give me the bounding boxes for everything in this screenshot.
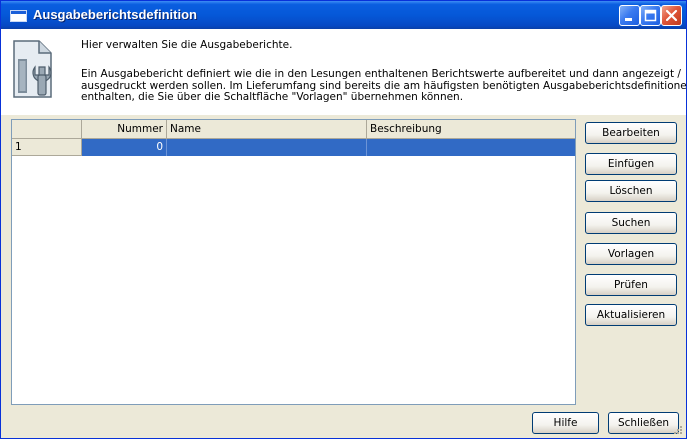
description-line: enthalten, die Sie über die Schaltfläche… (81, 91, 464, 103)
table-row[interactable]: 1 0 (12, 139, 575, 156)
document-wrench-icon (13, 40, 52, 98)
row-index-cell[interactable]: 1 (12, 139, 82, 156)
beschreibung-cell[interactable] (367, 139, 575, 156)
window-app-icon (10, 10, 27, 22)
minimize-button[interactable] (619, 5, 640, 26)
help-button[interactable]: Hilfe (532, 412, 599, 434)
column-header-beschreibung[interactable]: Beschreibung (367, 120, 575, 139)
bearbeiten-button[interactable]: Bearbeiten (585, 122, 677, 144)
resize-grip-icon[interactable] (673, 425, 683, 435)
column-header-nummer[interactable]: Nummer (82, 120, 167, 139)
maximize-icon (644, 9, 657, 22)
maximize-button[interactable] (640, 5, 661, 26)
window-title: Ausgabeberichtsdefinition (33, 7, 197, 22)
intro-text: Hier verwalten Sie die Ausgabeberichte. (81, 39, 293, 51)
name-cell[interactable] (167, 139, 367, 156)
close-icon (665, 9, 678, 22)
close-button[interactable]: Schließen (608, 412, 679, 434)
description-line: Ein Ausgabebericht definiert wie die in … (81, 68, 681, 80)
suchen-button[interactable]: Suchen (585, 212, 677, 234)
table-header: Nummer Name Beschreibung (12, 120, 575, 139)
report-table[interactable]: Nummer Name Beschreibung 1 0 (11, 119, 576, 405)
einfuegen-button[interactable]: Einfügen (585, 153, 677, 175)
info-header: Hier verwalten Sie die Ausgabeberichte. … (1, 29, 687, 115)
loeschen-button[interactable]: Löschen (585, 180, 677, 202)
dialog-window: Ausgabeberichtsdefinition Hier verwalten… (0, 0, 687, 439)
vorlagen-button[interactable]: Vorlagen (585, 243, 677, 265)
aktualisieren-button[interactable]: Aktualisieren (585, 304, 677, 326)
minimize-icon (625, 18, 632, 21)
pruefen-button[interactable]: Prüfen (585, 274, 677, 296)
title-bar[interactable]: Ausgabeberichtsdefinition (1, 1, 686, 29)
nummer-cell[interactable]: 0 (82, 139, 167, 156)
column-header-name[interactable]: Name (167, 120, 367, 139)
description-text: Ein Ausgabebericht definiert wie die in … (81, 68, 687, 104)
column-header-index[interactable] (12, 120, 82, 139)
close-window-button[interactable] (661, 5, 682, 26)
footer-bar: Hilfe Schließen (1, 405, 686, 438)
